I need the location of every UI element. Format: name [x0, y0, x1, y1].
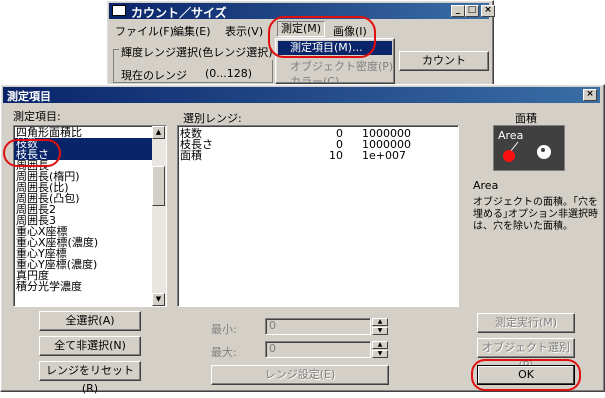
max-input[interactable]: 0: [265, 341, 371, 358]
min-input[interactable]: 0: [265, 318, 371, 335]
scroll-down-button[interactable]: ▼: [152, 293, 165, 306]
range-setting-button[interactable]: レンジ設定(E): [211, 365, 389, 385]
dropdown-item-object-density[interactable]: オブジェクト密度(P): [290, 58, 393, 74]
min-spin-up-button[interactable]: ▲: [372, 318, 388, 326]
select-all-label: 全選択(A): [65, 314, 115, 327]
annotation-ring-items: [3, 139, 61, 167]
deselect-all-label: 全て非選択(N): [54, 339, 126, 352]
measure-name: Area: [473, 179, 499, 192]
max-spin-up-button[interactable]: ▲: [372, 341, 388, 349]
selected-ranges-list[interactable]: 枝数 0 1000000 枝長さ 0 1000000 面積 10 1e+007: [177, 125, 459, 307]
scroll-up-button[interactable]: ▲: [152, 126, 165, 139]
run-measure-label: 測定実行(M): [494, 316, 558, 329]
reset-range-label: レンジをリセット(R): [46, 364, 134, 395]
range-row[interactable]: 枝長さ 0 1000000: [180, 139, 450, 150]
deselect-all-button[interactable]: 全て非選択(N): [39, 336, 141, 356]
max-input-value: 0: [269, 342, 276, 355]
area-illustration-icon: [503, 141, 551, 162]
current-range-label: 現在のレンジ: [121, 69, 187, 82]
max-spinner[interactable]: ▲ ▼: [372, 341, 388, 358]
close-button[interactable]: ×: [481, 5, 495, 17]
reset-range-button[interactable]: レンジをリセット(R): [39, 361, 141, 395]
dropdown-item-color[interactable]: カラー(C): [290, 73, 340, 84]
range-max: 1e+007: [362, 149, 406, 162]
dialog-titlebar: 測定項目 ×: [3, 87, 600, 103]
maximize-button[interactable]: □: [465, 5, 479, 17]
dialog-close-button[interactable]: ×: [583, 89, 597, 101]
current-range-value: (0...128): [205, 67, 253, 80]
preview-title: 面積: [515, 112, 537, 125]
min-spin-down-button[interactable]: ▼: [372, 327, 388, 335]
menu-file[interactable]: ファイル(F): [115, 23, 174, 39]
object-select-button[interactable]: オブジェクト選別(P): [477, 338, 575, 372]
max-spin-down-button[interactable]: ▼: [372, 350, 388, 358]
annotation-ring-ok: [471, 359, 581, 391]
range-setting-label: レンジ設定(E): [264, 368, 336, 381]
bg-window-title: カウント／サイズ: [131, 6, 227, 20]
measure-description: オブジェクトの面積。｢穴を埋める｣オプション非選択時は、穴を除いた面積。: [473, 197, 598, 232]
min-input-value: 0: [269, 319, 276, 332]
selected-ranges-label: 選別レンジ:: [183, 112, 242, 125]
measure-items-dialog: 測定項目 × 測定項目: 四角形面積比 枝数 枝長さ 周囲長 周囲長(楕円) 周囲長(比)…: [0, 84, 605, 395]
brightness-range-group-label: 輝度レンジ選択(色レンジ選択): [119, 44, 275, 60]
range-row[interactable]: 面積 10 1e+007: [180, 150, 450, 161]
dropdown-item-object-density-label: オブジェクト密度(P): [290, 60, 394, 73]
range-name: 面積: [180, 149, 202, 162]
run-measure-button[interactable]: 測定実行(M): [477, 313, 575, 333]
app-icon: [112, 5, 126, 16]
annotation-ring-menu: [268, 16, 376, 58]
minimize-button[interactable]: _: [451, 5, 465, 17]
scroll-thumb[interactable]: [152, 166, 165, 206]
measure-item[interactable]: 積分光学濃度: [14, 281, 152, 292]
range-min: 10: [329, 149, 343, 162]
min-label: 最小:: [211, 323, 237, 336]
select-all-button[interactable]: 全選択(A): [39, 311, 141, 331]
dropdown-item-color-label: カラー(C): [290, 75, 340, 84]
area-preview-image: Area: [493, 125, 565, 171]
min-spinner[interactable]: ▲ ▼: [372, 318, 388, 335]
measure-items-label: 測定項目:: [13, 110, 61, 123]
menu-view[interactable]: 表示(V): [225, 23, 263, 39]
count-button[interactable]: カウント: [399, 51, 489, 71]
dialog-title: 測定項目: [7, 90, 51, 103]
measure-items-scrollbar[interactable]: ▲ ▼: [152, 126, 166, 306]
max-label: 最大:: [211, 346, 237, 359]
count-button-label: カウント: [422, 54, 466, 67]
menu-edit[interactable]: 編集(E): [173, 23, 211, 39]
